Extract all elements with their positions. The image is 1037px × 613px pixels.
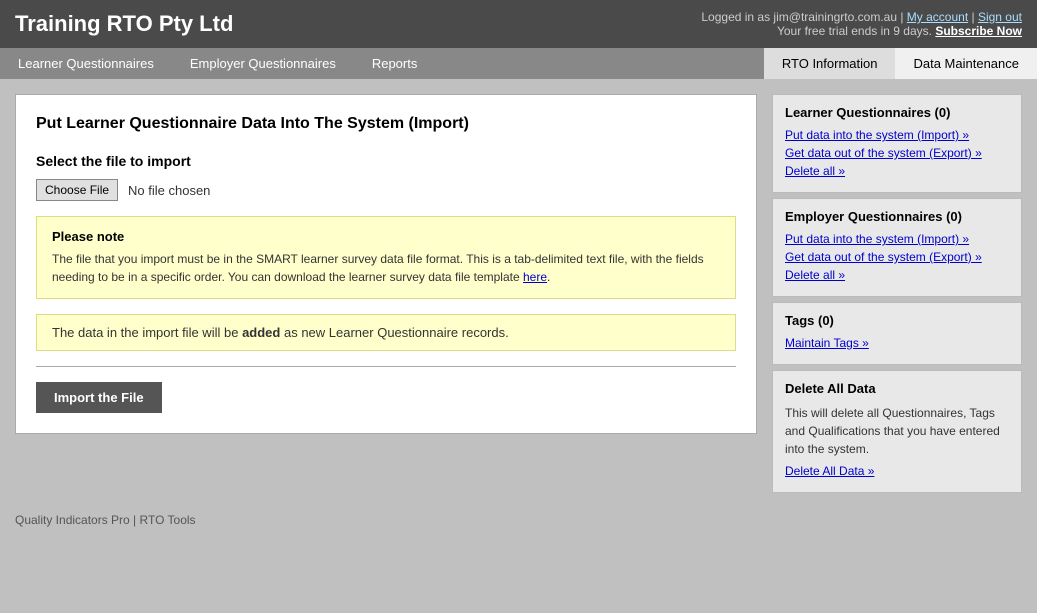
page-title: Put Learner Questionnaire Data Into The … xyxy=(36,115,736,133)
sidebar-employer-import-link[interactable]: Put data into the system (Import) » xyxy=(785,232,1009,246)
site-title: Training RTO Pty Ltd xyxy=(15,11,233,37)
sidebar-delete-description: This will delete all Questionnaires, Tag… xyxy=(785,404,1009,458)
info-prefix: The data in the import file will be xyxy=(52,325,238,340)
sidebar-learner-import-link[interactable]: Put data into the system (Import) » xyxy=(785,128,1009,142)
sidebar-tags-title: Tags (0) xyxy=(785,313,1009,328)
sidebar-tags: Tags (0) Maintain Tags » xyxy=(772,302,1022,365)
note-title: Please note xyxy=(52,229,720,244)
trial-text: Your free trial ends in 9 days. xyxy=(777,24,932,38)
sidebar-employer-delete-link[interactable]: Delete all » xyxy=(785,268,1009,282)
info-bold: added xyxy=(242,325,280,340)
nav-employer-questionnaires[interactable]: Employer Questionnaires xyxy=(172,48,354,79)
navigation: Learner Questionnaires Employer Question… xyxy=(0,48,1037,79)
select-label: Select the file to import xyxy=(36,153,736,169)
sidebar-delete-all-link[interactable]: Delete All Data » xyxy=(785,464,1009,478)
sidebar: Learner Questionnaires (0) Put data into… xyxy=(772,94,1022,493)
footer-text: Quality Indicators Pro | RTO Tools xyxy=(15,513,196,527)
divider xyxy=(36,366,736,367)
subscribe-link[interactable]: Subscribe Now xyxy=(935,24,1022,38)
nav-left: Learner Questionnaires Employer Question… xyxy=(0,48,435,79)
nav-right: RTO Information Data Maintenance xyxy=(764,48,1037,79)
content-wrapper: Put Learner Questionnaire Data Into The … xyxy=(0,79,1037,508)
footer: Quality Indicators Pro | RTO Tools xyxy=(0,508,1037,532)
my-account-link[interactable]: My account xyxy=(907,10,968,24)
file-input-row: Choose File No file chosen xyxy=(36,179,736,201)
header-right: Logged in as jim@trainingrto.com.au | My… xyxy=(701,10,1022,38)
sidebar-employer-export-link[interactable]: Get data out of the system (Export) » xyxy=(785,250,1009,264)
no-file-text: No file chosen xyxy=(128,183,210,198)
note-here-link[interactable]: here xyxy=(523,270,547,284)
nav-reports[interactable]: Reports xyxy=(354,48,436,79)
nav-data-maintenance[interactable]: Data Maintenance xyxy=(895,48,1037,79)
header: Training RTO Pty Ltd Logged in as jim@tr… xyxy=(0,0,1037,48)
sidebar-learner-questionnaires: Learner Questionnaires (0) Put data into… xyxy=(772,94,1022,193)
main-content: Put Learner Questionnaire Data Into The … xyxy=(15,94,757,434)
sidebar-learner-export-link[interactable]: Get data out of the system (Export) » xyxy=(785,146,1009,160)
logged-in-text: Logged in as jim@trainingrto.com.au | xyxy=(701,10,903,24)
note-box: Please note The file that you import mus… xyxy=(36,216,736,299)
nav-rto-information[interactable]: RTO Information xyxy=(764,48,896,79)
sidebar-learner-delete-link[interactable]: Delete all » xyxy=(785,164,1009,178)
note-text-content: The file that you import must be in the … xyxy=(52,252,704,284)
nav-learner-questionnaires[interactable]: Learner Questionnaires xyxy=(0,48,172,79)
sidebar-maintain-tags-link[interactable]: Maintain Tags » xyxy=(785,336,1009,350)
import-file-button[interactable]: Import the File xyxy=(36,382,162,413)
note-end: . xyxy=(547,270,550,284)
sidebar-delete-all-data: Delete All Data This will delete all Que… xyxy=(772,370,1022,493)
info-suffix: as new Learner Questionnaire records. xyxy=(284,325,509,340)
note-text: The file that you import must be in the … xyxy=(52,250,720,286)
sidebar-learner-title: Learner Questionnaires (0) xyxy=(785,105,1009,120)
sidebar-delete-title: Delete All Data xyxy=(785,381,1009,396)
sign-out-link[interactable]: Sign out xyxy=(978,10,1022,24)
sidebar-employer-questionnaires: Employer Questionnaires (0) Put data int… xyxy=(772,198,1022,297)
choose-file-button[interactable]: Choose File xyxy=(36,179,118,201)
info-box: The data in the import file will be adde… xyxy=(36,314,736,351)
sidebar-employer-title: Employer Questionnaires (0) xyxy=(785,209,1009,224)
